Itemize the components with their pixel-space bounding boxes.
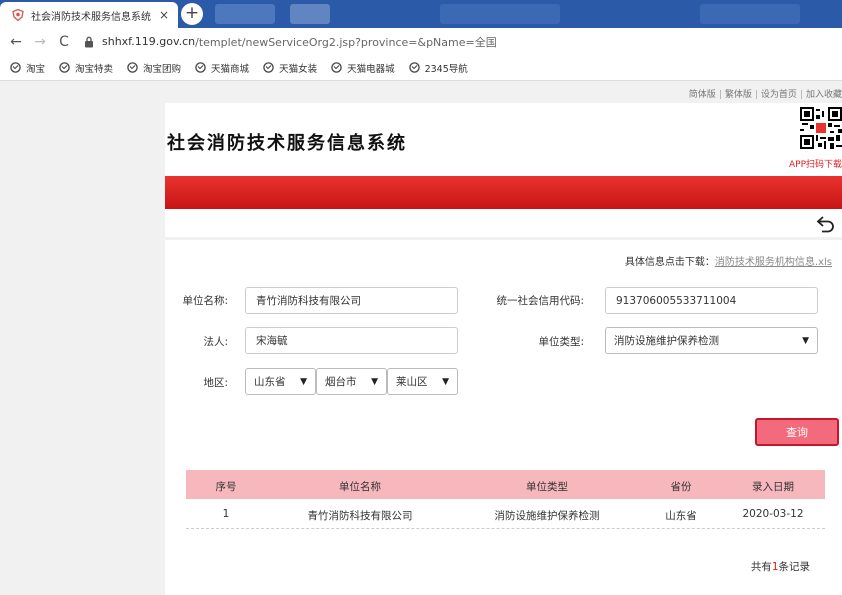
bookmark-item[interactable]: 2345导航 — [408, 61, 468, 75]
shield-favicon-icon — [12, 9, 24, 21]
globe-icon — [127, 62, 138, 73]
bookmark-item[interactable]: 淘宝特卖 — [59, 61, 113, 75]
legal-person-label: 法人: — [203, 336, 228, 348]
bookmark-item[interactable]: 天猫女装 — [263, 61, 317, 75]
bookmarks-bar: 淘宝 淘宝特卖 淘宝团购 天猫商城 天猫女装 天猫电器城 2345导航 — [0, 55, 842, 81]
credit-code-label: 统一社会信用代码: — [496, 295, 584, 307]
column-header-index: 序号 — [215, 481, 237, 493]
unit-name-label: 单位名称: — [182, 295, 228, 307]
download-link[interactable]: 消防技术服务机构信息.xls — [715, 257, 832, 268]
globe-icon — [263, 62, 274, 73]
site-title: 社会消防技术服务信息系统 — [167, 133, 407, 154]
unit-type-select[interactable]: 消防设施维护保养检测 ▼ — [605, 327, 818, 354]
divider: | — [754, 90, 758, 100]
chevron-down-icon: ▼ — [442, 376, 449, 387]
divider: | — [799, 90, 803, 100]
globe-icon — [331, 62, 342, 73]
tab-close-icon[interactable]: × — [156, 8, 172, 22]
record-count-suffix: 条记录 — [778, 561, 811, 573]
bookmark-label: 2345导航 — [424, 63, 468, 75]
background-window-blur — [440, 4, 560, 24]
record-count-prefix: 共有 — [750, 561, 772, 573]
browser-tab-active[interactable]: 社会消防技术服务信息系统 × — [0, 2, 178, 28]
bookmark-label: 淘宝特卖 — [75, 63, 114, 75]
link-simplified[interactable]: 简体版 — [689, 90, 716, 100]
globe-icon — [408, 62, 420, 73]
site-top-bar: 简体版 | 繁体版 | 设为首页 | 加入收藏 — [0, 81, 842, 103]
link-set-homepage[interactable]: 设为首页 — [761, 90, 797, 100]
city-select[interactable]: 烟台市 ▼ — [316, 368, 387, 395]
main-page: 社会消防技术服务信息系统 APP扫码下载 具体信息点击下载：消防技术服务机构信息… — [165, 103, 842, 595]
lock-icon — [85, 36, 93, 47]
credit-code-input[interactable]: 913706005533711004 — [605, 287, 818, 314]
reload-button[interactable]: C — [52, 34, 76, 50]
query-button[interactable]: 查询 — [755, 418, 839, 446]
unit-type-label: 单位类型: — [538, 336, 584, 348]
globe-icon — [10, 62, 21, 73]
column-header-unit-type: 单位类型 — [526, 481, 568, 493]
globe-icon — [195, 62, 206, 73]
cell-unit-type: 消防设施维护保养检测 — [494, 510, 600, 522]
background-window-blur — [700, 4, 800, 24]
link-add-favorite[interactable]: 加入收藏 — [806, 90, 842, 100]
unit-name-input[interactable]: 青竹消防科技有限公司 — [245, 287, 458, 314]
cell-entry-date: 2020-03-12 — [742, 508, 804, 520]
qr-code-icon — [800, 107, 842, 149]
chevron-down-icon: ▼ — [802, 335, 809, 346]
legal-person-input[interactable]: 宋海毓 — [245, 327, 458, 354]
column-header-province: 省份 — [670, 481, 692, 493]
forward-button[interactable]: → — [28, 34, 52, 50]
chevron-down-icon: ▼ — [371, 376, 378, 387]
red-banner — [165, 176, 842, 209]
bookmark-item[interactable]: 天猫电器城 — [331, 61, 395, 75]
district-value: 莱山区 — [396, 376, 428, 388]
bookmark-label: 天猫电器城 — [347, 63, 395, 75]
download-line: 具体信息点击下载：消防技术服务机构信息.xls — [625, 253, 832, 268]
back-button[interactable]: ← — [4, 34, 28, 50]
tab-title: 社会消防技术服务信息系统 — [31, 11, 151, 23]
link-traditional[interactable]: 繁体版 — [725, 90, 752, 100]
address-bar: ← → C shhxf.119.gov.cn/templet/newServic… — [0, 28, 842, 55]
region-label: 地区: — [203, 377, 228, 389]
province-value: 山东省 — [254, 376, 286, 388]
unit-type-value: 消防设施维护保养检测 — [614, 335, 719, 347]
background-window-blur — [215, 4, 275, 24]
cell-unit-name: 青竹消防科技有限公司 — [307, 510, 413, 522]
globe-icon — [59, 62, 70, 73]
column-header-entry-date: 录入日期 — [752, 481, 794, 493]
bookmark-item[interactable]: 淘宝团购 — [127, 61, 181, 75]
bookmark-label: 天猫女装 — [279, 63, 318, 75]
results-table-header: 序号 单位名称 单位类型 省份 录入日期 — [186, 470, 825, 499]
province-select[interactable]: 山东省 ▼ — [245, 368, 316, 395]
browser-tab-bar: 社会消防技术服务信息系统 × + — [0, 0, 842, 28]
divider: | — [718, 90, 722, 100]
url-host: shhxf.119.gov.cn — [102, 35, 196, 48]
top-links: 简体版 | 繁体版 | 设为首页 | 加入收藏 — [689, 87, 842, 100]
background-window-blur — [290, 4, 330, 24]
bookmark-label: 淘宝团购 — [143, 63, 182, 75]
bookmark-label: 天猫商城 — [211, 63, 250, 75]
new-tab-button[interactable]: + — [181, 3, 203, 25]
table-row[interactable]: 1 青竹消防科技有限公司 消防设施维护保养检测 山东省 2020-03-12 — [186, 499, 825, 529]
section-divider — [165, 237, 842, 240]
city-value: 烟台市 — [325, 376, 357, 388]
download-prefix: 具体信息点击下载： — [624, 257, 715, 268]
record-count: 共有1条记录 — [751, 559, 810, 574]
chevron-down-icon: ▼ — [300, 376, 307, 387]
return-arrow-icon[interactable] — [816, 215, 836, 233]
bookmark-item[interactable]: 淘宝 — [10, 61, 45, 75]
district-select[interactable]: 莱山区 ▼ — [387, 368, 458, 395]
url-field[interactable]: shhxf.119.gov.cn/templet/newServiceOrg2.… — [84, 34, 497, 50]
cell-index: 1 — [222, 508, 230, 520]
url-path: /templet/newServiceOrg2.jsp?province=&pN… — [195, 35, 497, 49]
bookmark-label: 淘宝 — [26, 63, 46, 75]
qr-label: APP扫码下载 — [788, 160, 842, 170]
bookmark-item[interactable]: 天猫商城 — [195, 61, 249, 75]
cell-province: 山东省 — [665, 510, 697, 522]
record-count-number: 1 — [771, 561, 779, 573]
column-header-unit-name: 单位名称 — [339, 481, 381, 493]
